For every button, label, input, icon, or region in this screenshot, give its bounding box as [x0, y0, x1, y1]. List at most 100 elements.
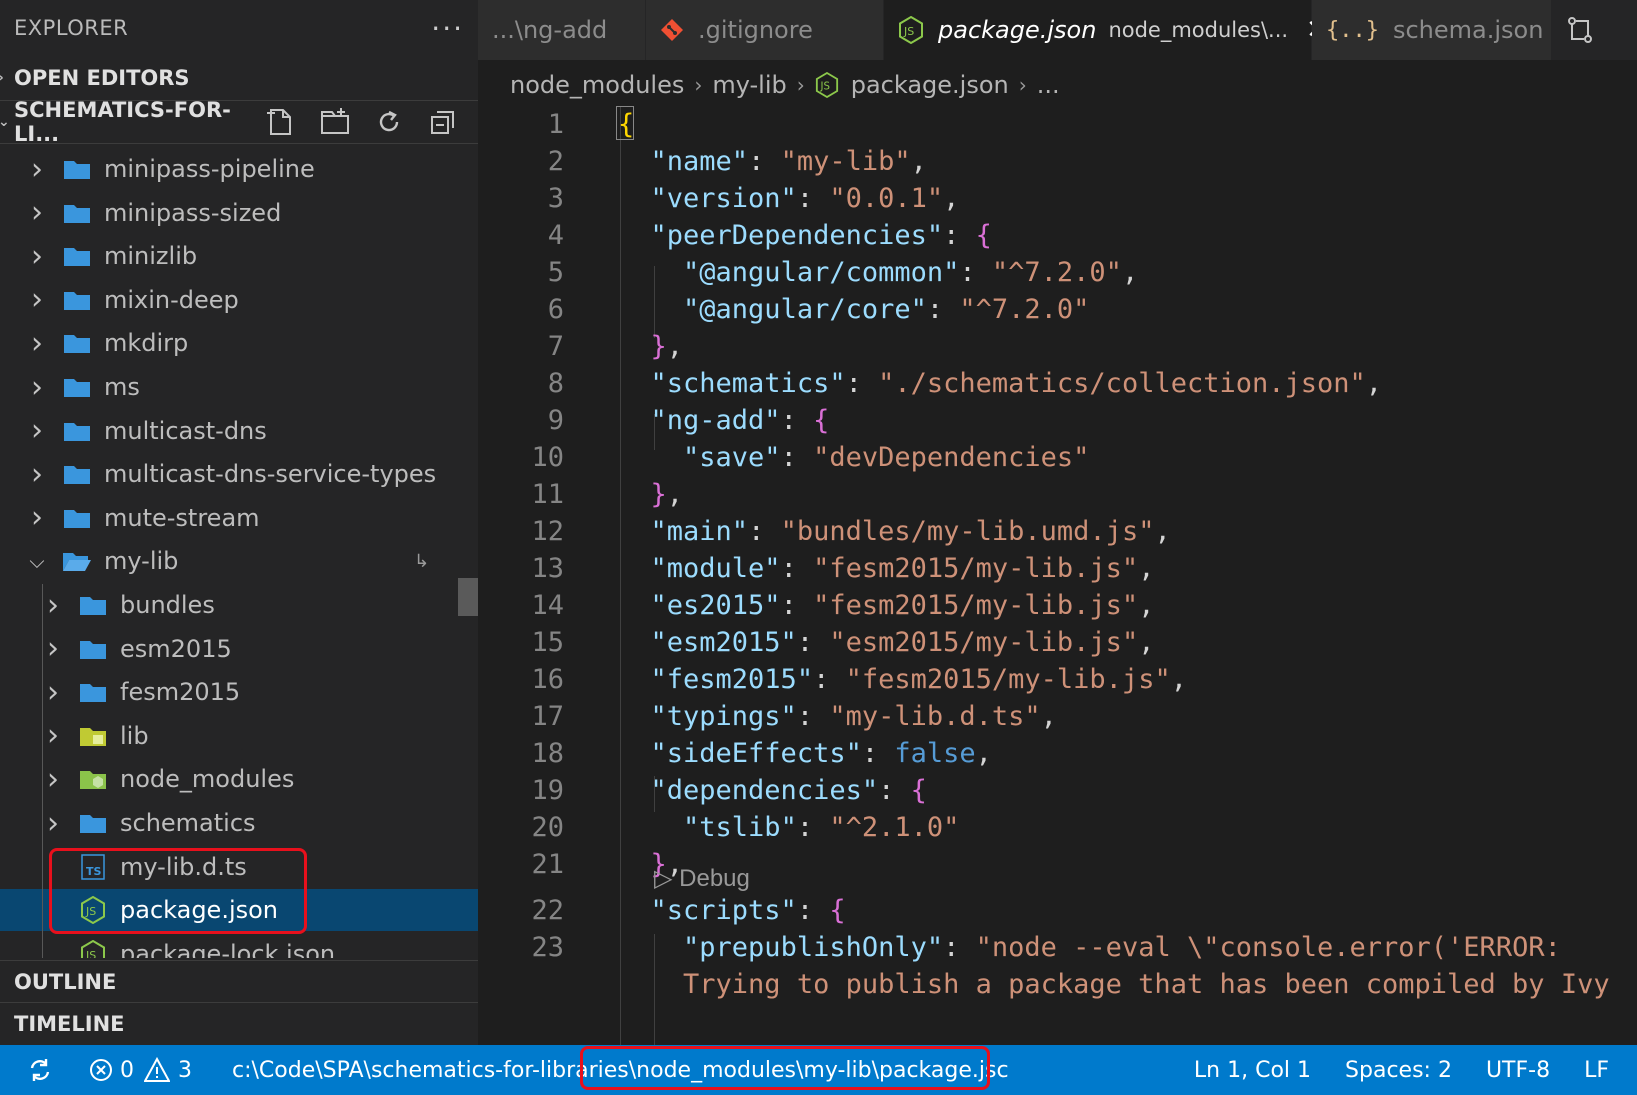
- explorer-header: EXPLORER ···: [0, 0, 478, 56]
- chevron-right-icon: ›: [31, 195, 43, 231]
- tree-item-label: schematics: [120, 809, 256, 837]
- folder-icon: [62, 462, 92, 486]
- tree-item-label: mkdirp: [104, 329, 189, 358]
- svg-text:JS: JS: [903, 25, 914, 38]
- chevron-right-icon: ›: [47, 805, 59, 841]
- editor-tabs: ...\ng-add .gitignore JS package.json no…: [478, 0, 1637, 60]
- tab-package-json[interactable]: JS package.json node_modules\... ✕: [884, 0, 1328, 60]
- cursor-indicator-icon: ↳: [414, 550, 430, 572]
- chevron-right-icon: ›: [47, 718, 59, 754]
- nodejs-icon: JS: [898, 16, 924, 44]
- node-modules-folder-icon: [78, 767, 108, 791]
- timeline-label: TIMELINE: [14, 1011, 125, 1036]
- more-actions-icon[interactable]: ···: [431, 12, 464, 45]
- refresh-icon[interactable]: [372, 105, 406, 139]
- tree-item[interactable]: › mute-stream: [0, 497, 478, 539]
- tab-label: package.json: [938, 16, 1097, 44]
- tree-item[interactable]: › multicast-dns: [0, 410, 478, 452]
- tab-description: node_modules\...: [1108, 18, 1289, 42]
- breadcrumb-package-json[interactable]: package.json: [851, 71, 1009, 99]
- tree-item[interactable]: › minipass-pipeline: [0, 148, 478, 190]
- tree-item-label: lib: [120, 721, 149, 750]
- outline-label: OUTLINE: [14, 969, 117, 994]
- nodejs-icon: JS: [78, 896, 108, 925]
- nodejs-icon: JS: [78, 939, 108, 958]
- tree-item-label: node_modules: [120, 765, 295, 794]
- breadcrumb-node-modules[interactable]: node_modules: [510, 71, 684, 99]
- tree-item-label: bundles: [120, 591, 215, 619]
- chevron-right-icon: ›: [1018, 73, 1027, 97]
- tree-item-label: package.json: [120, 896, 279, 925]
- problems-indicator[interactable]: 0 3: [88, 1057, 192, 1083]
- tree-item-label: multicast-dns: [104, 416, 267, 445]
- sidebar-scrollbar[interactable]: [458, 578, 478, 616]
- breadcrumb-my-lib[interactable]: my-lib: [712, 71, 786, 99]
- error-count: 0: [120, 1057, 134, 1083]
- tab-schema-json[interactable]: {..} schema.json: [1312, 0, 1552, 60]
- debug-codelens[interactable]: ▷ Debug: [654, 864, 750, 893]
- chevron-right-icon: ›: [694, 73, 703, 97]
- tree-item-label: multicast-dns-service-types: [104, 460, 437, 489]
- chevron-right-icon: ›: [31, 282, 43, 318]
- tab-ng-add[interactable]: ...\ng-add: [478, 0, 646, 60]
- tree-item[interactable]: › minizlib: [0, 235, 478, 277]
- cursor-position[interactable]: Ln 1, Col 1: [1194, 1058, 1311, 1083]
- breadcrumb-symbols[interactable]: ...: [1037, 71, 1060, 99]
- chevron-right-icon: ›: [31, 369, 43, 405]
- codelens-label: Debug: [679, 865, 750, 892]
- timeline-section[interactable]: TIMELINE: [0, 1002, 478, 1044]
- collapse-all-icon[interactable]: [426, 105, 460, 139]
- folder-icon: [62, 419, 92, 443]
- tab-gitignore[interactable]: .gitignore: [646, 0, 884, 60]
- tree-item[interactable]: › schematics: [0, 802, 478, 844]
- tree-item[interactable]: › fesm2015: [0, 671, 478, 713]
- open-changes-button[interactable]: [1552, 0, 1612, 60]
- svg-text:JS: JS: [85, 949, 96, 958]
- breadcrumb: node_modules › my-lib › JS package.json …: [478, 60, 1637, 110]
- tree-item[interactable]: › minipass-sized: [0, 192, 478, 234]
- tree-item[interactable]: › multicast-dns-service-types: [0, 453, 478, 495]
- folder-icon: [78, 637, 108, 661]
- chevron-right-icon: ›: [31, 456, 43, 492]
- error-icon: [90, 1059, 112, 1081]
- tree-item[interactable]: JS package.json: [0, 889, 478, 932]
- sync-icon[interactable]: [26, 1056, 54, 1084]
- folder-icon: [78, 811, 108, 835]
- open-editors-section[interactable]: › OPEN EDITORS: [0, 56, 478, 100]
- tree-item[interactable]: ⌵ my-lib ↳: [0, 540, 478, 582]
- encoding[interactable]: UTF-8: [1486, 1058, 1550, 1083]
- chevron-down-icon: ⌵: [29, 549, 45, 574]
- play-icon: ▷: [654, 865, 673, 892]
- chevron-right-icon: ›: [0, 70, 4, 86]
- compare-changes-icon: [1568, 17, 1592, 43]
- outline-section[interactable]: OUTLINE: [0, 960, 478, 1002]
- tree-item[interactable]: JS package-lock.json: [0, 933, 478, 958]
- nodejs-icon: JS: [815, 72, 839, 98]
- project-label: SCHEMATICS-FOR-LI...: [14, 98, 231, 146]
- tree-item-label: ms: [104, 373, 140, 401]
- tree-item[interactable]: TS my-lib.d.ts: [0, 846, 478, 888]
- tree-item-label: my-lib.d.ts: [120, 852, 247, 881]
- tree-item[interactable]: › mkdirp: [0, 322, 478, 364]
- indentation[interactable]: Spaces: 2: [1345, 1058, 1452, 1083]
- chevron-right-icon: ›: [47, 631, 59, 667]
- chevron-right-icon: ›: [796, 73, 805, 97]
- tree-item[interactable]: › lib: [0, 715, 478, 757]
- end-of-line[interactable]: LF: [1584, 1058, 1609, 1083]
- chevron-right-icon: ›: [31, 325, 43, 361]
- chevron-right-icon: ›: [31, 151, 43, 187]
- folder-icon: [78, 680, 108, 704]
- project-section[interactable]: ⌄ SCHEMATICS-FOR-LI...: [0, 98, 478, 146]
- chevron-right-icon: ›: [47, 761, 59, 797]
- chevron-down-icon: ⌄: [0, 114, 10, 130]
- warning-icon: [144, 1057, 170, 1082]
- new-folder-icon[interactable]: [318, 105, 352, 139]
- tree-item[interactable]: › bundles: [0, 584, 478, 626]
- tree-item[interactable]: › ms: [0, 366, 478, 408]
- lib-folder-icon: [78, 724, 108, 748]
- code-editor[interactable]: 1{ 2 "name": "my-lib", 3 "version": "0.0…: [478, 106, 1637, 1045]
- tree-item[interactable]: › esm2015: [0, 628, 478, 670]
- tree-item[interactable]: › mixin-deep: [0, 279, 478, 321]
- tree-item[interactable]: › node_modules: [0, 758, 478, 800]
- new-file-icon[interactable]: [264, 105, 298, 139]
